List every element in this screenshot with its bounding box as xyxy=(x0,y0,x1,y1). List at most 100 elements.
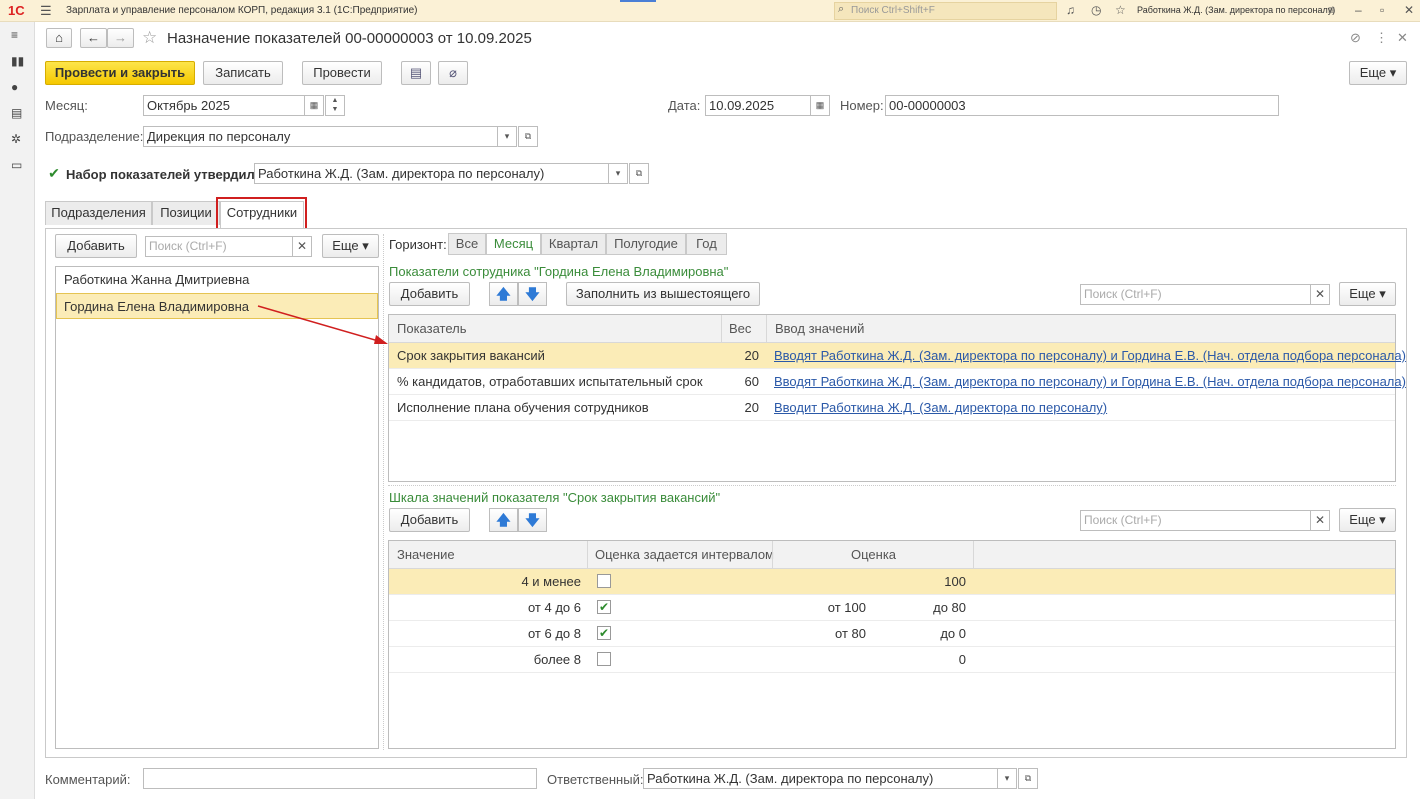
fill-from-parent-button[interactable]: Заполнить из вышестоящего xyxy=(566,282,760,306)
approved-label: Набор показателей утвердил xyxy=(66,167,255,182)
input-link[interactable]: Вводит Работкина Ж.Д. (Зам. директора по… xyxy=(774,400,1107,415)
add-employee-button[interactable]: Добавить xyxy=(55,234,137,258)
tab-departments[interactable]: Подразделения xyxy=(45,201,152,225)
table-row[interactable]: % кандидатов, отработавших испытательный… xyxy=(389,369,1406,395)
move-up-icon[interactable]: 🡅 xyxy=(489,282,518,306)
month-stepper[interactable]: ▲ ▼ xyxy=(325,95,345,116)
approved-checkbox[interactable]: ✔ xyxy=(47,166,61,181)
col-weight: Вес xyxy=(729,321,752,336)
open-icon[interactable]: ⧉ xyxy=(518,126,538,147)
scale-more-button[interactable]: Еще ▾ xyxy=(1339,508,1396,532)
favorite-star-icon[interactable]: ☆ xyxy=(142,28,157,48)
scale-search-input[interactable]: Поиск (Ctrl+F) xyxy=(1080,510,1311,531)
move-down-icon[interactable]: 🡇 xyxy=(518,508,547,532)
write-button[interactable]: Записать xyxy=(203,61,283,85)
input-link[interactable]: Вводят Работкина Ж.Д. (Зам. директора по… xyxy=(774,348,1406,363)
indicator-weight: 60 xyxy=(744,374,759,389)
bell-icon[interactable]: ♫ xyxy=(1066,3,1075,17)
post-and-close-button[interactable]: Провести и закрыть xyxy=(45,61,195,85)
current-user[interactable]: Работкина Ж.Д. (Зам. директора по персон… xyxy=(1137,5,1335,15)
settings-menu-icon[interactable]: ≡ xyxy=(1328,3,1335,17)
active-indicator xyxy=(620,0,656,2)
add-indicator-button[interactable]: Добавить xyxy=(389,282,470,306)
chevron-down-icon[interactable]: ▾ xyxy=(997,768,1017,789)
horizon-quarter[interactable]: Квартал xyxy=(541,233,606,255)
minimize-icon[interactable]: – xyxy=(1355,3,1362,17)
menu-icon[interactable]: ☰ xyxy=(40,3,52,19)
report-icon[interactable]: ▤ xyxy=(401,61,431,85)
calculator-icon[interactable]: ▤ xyxy=(11,106,22,120)
home-button[interactable]: ⌂ xyxy=(46,28,72,48)
open-icon[interactable]: ⧉ xyxy=(629,163,649,184)
forward-button[interactable]: → xyxy=(107,28,134,48)
score-to: 0 xyxy=(958,652,966,667)
page-title: Назначение показателей 00-00000003 от 10… xyxy=(167,30,532,47)
more-vertical-icon[interactable]: ⋮ xyxy=(1375,30,1388,46)
employee-name: Гордина Елена Владимировна xyxy=(64,299,250,314)
indicator-name: Исполнение плана обучения сотрудников xyxy=(397,400,649,415)
sidebar: ≡ ▮▮ ● ▤ ✲ ▭ xyxy=(0,22,35,799)
month-field[interactable]: Октябрь 2025 xyxy=(143,95,305,116)
annotation-arrow xyxy=(257,305,388,344)
back-button[interactable]: ← xyxy=(80,28,107,48)
comment-field[interactable] xyxy=(143,768,537,789)
horizon-month[interactable]: Месяц xyxy=(486,233,541,255)
horizon-half-year[interactable]: Полугодие xyxy=(606,233,686,255)
table-row[interactable]: более 8 0 xyxy=(389,647,1395,673)
table-row[interactable]: 4 и менее 100 xyxy=(389,569,1395,595)
employee-search-input[interactable]: Поиск (Ctrl+F) xyxy=(145,236,293,257)
close-form-icon[interactable]: ✕ xyxy=(1397,30,1408,46)
horizon-all[interactable]: Все xyxy=(448,233,486,255)
col-interval: Оценка задается интервалом xyxy=(595,547,774,562)
calendar-icon[interactable]: ▦ xyxy=(810,95,830,116)
number-field[interactable]: 00-00000003 xyxy=(885,95,1279,116)
table-row[interactable]: Исполнение плана обучения сотрудников 20… xyxy=(389,395,1395,421)
add-scale-button[interactable]: Добавить xyxy=(389,508,470,532)
input-link[interactable]: Вводят Работкина Ж.Д. (Зам. директора по… xyxy=(774,374,1406,389)
indicator-search-input[interactable]: Поиск (Ctrl+F) xyxy=(1080,284,1311,305)
highlight-frame xyxy=(216,197,307,232)
open-icon[interactable]: ⧉ xyxy=(1018,768,1038,789)
move-down-icon[interactable]: 🡇 xyxy=(518,282,547,306)
attachment-icon[interactable]: ⌀ xyxy=(438,61,468,85)
chevron-down-icon[interactable]: ▾ xyxy=(497,126,517,147)
move-up-icon[interactable]: 🡅 xyxy=(489,508,518,532)
more-button[interactable]: Еще ▾ xyxy=(1349,61,1407,85)
calendar-icon[interactable]: ▦ xyxy=(304,95,324,116)
star-icon[interactable]: ☆ xyxy=(1115,3,1126,17)
clear-icon[interactable]: ✕ xyxy=(1310,284,1330,305)
approved-by-field[interactable]: Работкина Ж.Д. (Зам. директора по персон… xyxy=(254,163,609,184)
staff-icon[interactable]: ▮▮ xyxy=(11,54,24,68)
id-card-icon[interactable]: ▭ xyxy=(11,158,22,172)
tab-positions[interactable]: Позиции xyxy=(152,201,220,225)
restore-icon[interactable]: ▫ xyxy=(1380,3,1384,17)
users-icon[interactable]: ● xyxy=(11,80,18,94)
indicator-more-button[interactable]: Еще ▾ xyxy=(1339,282,1396,306)
indicator-weight: 20 xyxy=(744,400,759,415)
gear-icon[interactable]: ✲ xyxy=(11,132,21,146)
table-row[interactable]: от 6 до 8 ✔ от 80 до 0 xyxy=(389,621,1395,647)
link-icon[interactable]: ⊘ xyxy=(1350,30,1361,46)
date-label: Дата: xyxy=(668,98,701,113)
comment-label: Комментарий: xyxy=(45,772,131,787)
responsible-field[interactable]: Работкина Ж.Д. (Зам. директора по персон… xyxy=(643,768,998,789)
post-button[interactable]: Провести xyxy=(302,61,382,85)
splitter[interactable] xyxy=(388,485,1396,486)
scale-heading: Шкала значений показателя "Срок закрытия… xyxy=(389,490,721,505)
app-title: Зарплата и управление персоналом КОРП, р… xyxy=(66,5,418,16)
department-field[interactable]: Дирекция по персоналу xyxy=(143,126,498,147)
table-row[interactable]: от 4 до 6 ✔ от 100 до 80 xyxy=(389,595,1395,621)
date-field[interactable]: 10.09.2025 xyxy=(705,95,811,116)
clear-icon[interactable]: ✕ xyxy=(1310,510,1330,531)
history-icon[interactable]: ◷ xyxy=(1091,3,1101,17)
more-label: Еще xyxy=(1349,286,1376,301)
close-icon[interactable]: ✕ xyxy=(1404,3,1414,17)
chevron-down-icon[interactable]: ▾ xyxy=(608,163,628,184)
list-item[interactable]: Работкина Жанна Дмитриевна xyxy=(56,267,378,293)
employee-more-button[interactable]: Еще ▾ xyxy=(322,234,379,258)
indicator-weight: 20 xyxy=(744,348,759,363)
global-search-input[interactable]: Поиск Ctrl+Shift+F xyxy=(834,2,1057,20)
horizon-year[interactable]: Год xyxy=(686,233,727,255)
menu-icon[interactable]: ≡ xyxy=(11,28,18,42)
clear-icon[interactable]: ✕ xyxy=(292,236,312,257)
